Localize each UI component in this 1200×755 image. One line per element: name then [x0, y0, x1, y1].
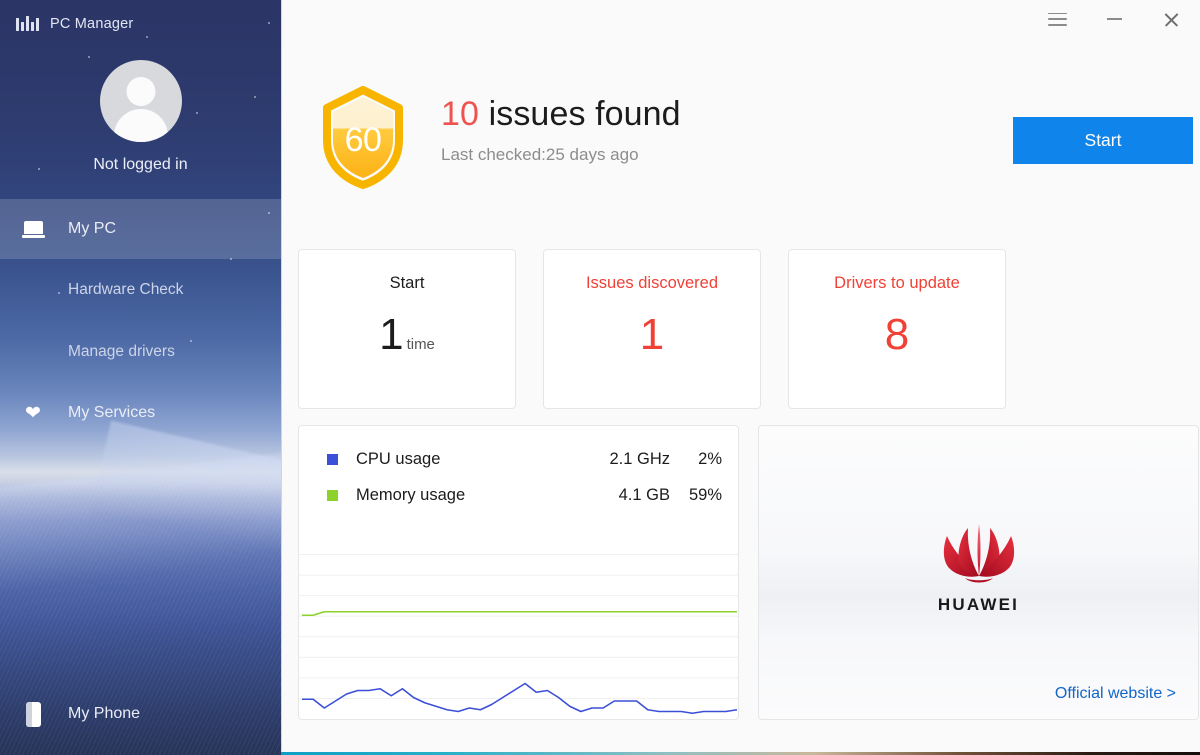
sidebar-item-my-services[interactable]: ❤ My Services	[0, 383, 281, 443]
profile-section[interactable]: Not logged in	[0, 60, 281, 174]
stat-cards: Start 1 time Issues discovered 1 Drivers…	[298, 249, 1006, 409]
start-scan-button[interactable]: Start	[1013, 117, 1193, 164]
usage-line-chart	[299, 554, 738, 715]
page-title: 10 issues found	[441, 95, 681, 134]
sidebar-item-label: My PC	[68, 220, 116, 237]
stat-card-drivers-to-update[interactable]: Drivers to update 8	[788, 249, 1006, 409]
shield-score-value: 60	[344, 121, 382, 159]
phone-icon	[18, 701, 48, 727]
dune-highlight-right	[77, 420, 281, 626]
stat-card-unit: time	[406, 336, 435, 353]
official-website-link[interactable]: Official website >	[1055, 685, 1176, 703]
stat-card-label: Drivers to update	[834, 274, 960, 292]
sidebar-item-label: My Services	[68, 404, 156, 421]
window-titlebar	[1029, 0, 1200, 38]
sidebar-item-my-phone[interactable]: My Phone	[0, 673, 281, 755]
huawei-brand-label: HUAWEI	[937, 595, 1020, 614]
cpu-color-swatch	[327, 453, 338, 465]
stat-card-value: 1	[639, 310, 665, 359]
minimize-icon[interactable]	[1086, 0, 1143, 38]
sidebar-item-my-pc[interactable]: My PC	[0, 199, 281, 259]
issue-count-suffix: issues found	[479, 95, 681, 133]
usage-row-cpu: CPU usage 2.1 GHz 2%	[299, 441, 738, 477]
heart-icon: ❤	[25, 402, 41, 424]
resource-usage-panel: CPU usage 2.1 GHz 2% Memory usage 4.1 GB…	[298, 425, 739, 720]
usage-row-percent: 59%	[688, 485, 722, 504]
pc-manager-window: PC Manager Not logged in My PC Hardware …	[0, 0, 1200, 755]
huawei-promo-panel[interactable]: HUAWEI Official website >	[758, 425, 1199, 720]
sidebar-item-label: Manage drivers	[68, 343, 175, 361]
issue-count: 10	[441, 95, 480, 133]
usage-row-primary: 4.1 GB	[618, 485, 670, 504]
avatar-placeholder-icon[interactable]	[99, 60, 182, 142]
huawei-logo-icon	[943, 524, 1014, 583]
app-title: PC Manager	[50, 15, 134, 32]
shield-score-icon: 60	[321, 86, 405, 189]
scan-summary: 60 10 issues found Last checked:25 days …	[321, 83, 681, 189]
hamburger-menu-icon[interactable]	[1029, 0, 1086, 38]
sidebar-item-label: My Phone	[68, 705, 141, 722]
stat-card-label: Start	[389, 274, 425, 292]
stat-card-value: 8	[884, 310, 910, 359]
stat-card-issues-discovered[interactable]: Issues discovered 1	[543, 249, 761, 409]
usage-row-primary: 2.1 GHz	[609, 449, 670, 468]
sidebar-item-hardware-check[interactable]: Hardware Check	[0, 259, 281, 321]
last-checked-label: Last checked:25 days ago	[441, 145, 639, 164]
memory-color-swatch	[327, 489, 338, 501]
close-icon[interactable]	[1143, 0, 1200, 38]
login-status-label[interactable]: Not logged in	[0, 156, 281, 174]
stat-card-start[interactable]: Start 1 time	[298, 249, 516, 409]
usage-row-percent: 2%	[698, 449, 722, 468]
usage-row-label: CPU usage	[356, 449, 441, 468]
sidebar-item-label: Hardware Check	[68, 281, 184, 299]
stat-card-value-wrap: 1 time	[379, 313, 435, 357]
sidebar-item-manage-drivers[interactable]: Manage drivers	[0, 321, 281, 383]
laptop-icon	[18, 220, 48, 238]
pcmanager-logo-icon	[16, 16, 39, 31]
main-content: 60 10 issues found Last checked:25 days …	[281, 0, 1200, 755]
stat-card-label: Issues discovered	[585, 274, 719, 292]
usage-row-label: Memory usage	[356, 485, 466, 504]
usage-row-memory: Memory usage 4.1 GB 59%	[299, 477, 738, 513]
sidebar-nav: My PC Hardware Check Manage drivers ❤ My…	[0, 199, 281, 443]
stat-card-value: 1	[379, 310, 404, 359]
sidebar-bottom-nav: My Phone	[0, 673, 281, 755]
sidebar: PC Manager Not logged in My PC Hardware …	[0, 0, 281, 755]
brand: PC Manager	[0, 0, 281, 38]
